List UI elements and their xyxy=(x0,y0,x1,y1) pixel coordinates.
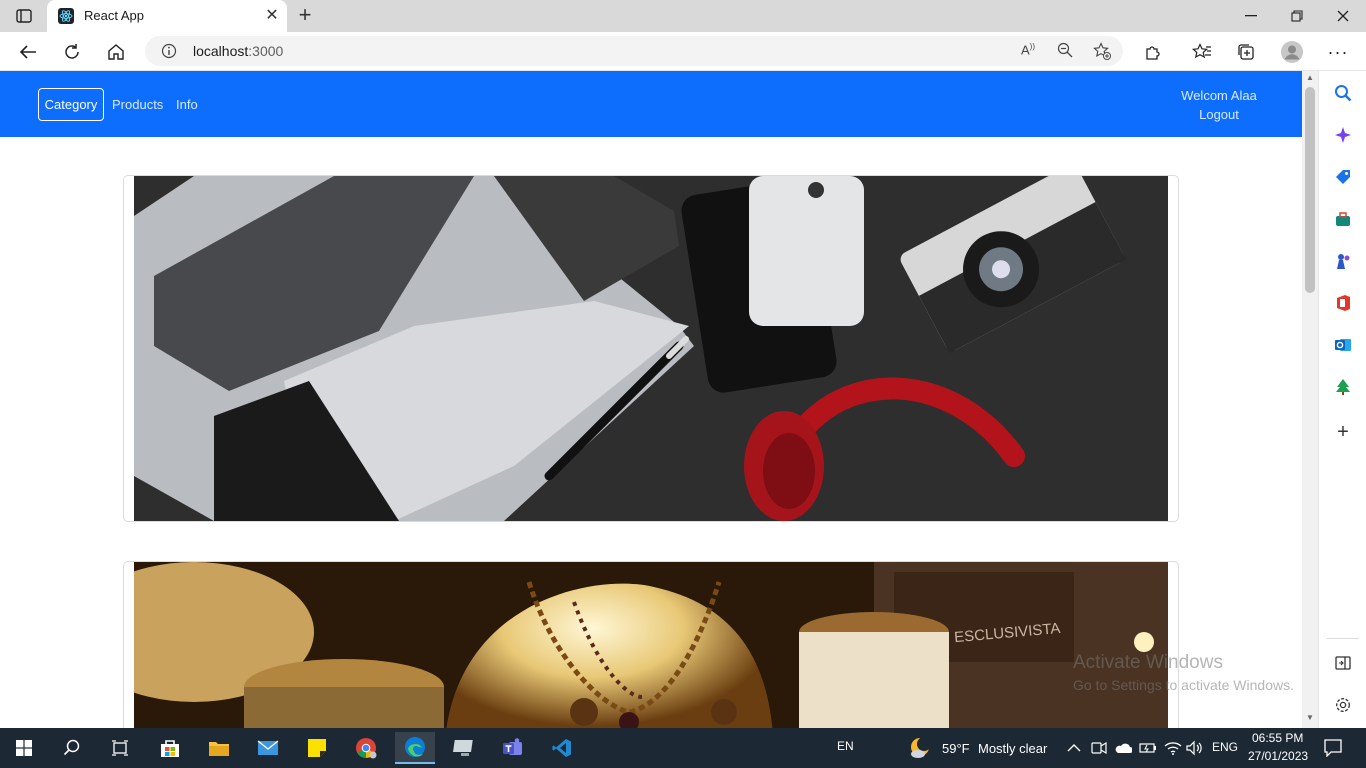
search-icon[interactable] xyxy=(52,732,92,764)
url-host: localhost xyxy=(193,43,249,59)
category-card[interactable]: ESCLUSIVISTA xyxy=(123,561,1179,728)
chevron-up-icon[interactable] xyxy=(1067,740,1081,754)
jewelry-photo: ESCLUSIVISTA xyxy=(134,562,1168,728)
scroll-up-arrow-icon[interactable]: ▲ xyxy=(1305,73,1315,83)
page-viewport: Category Products Info Welcom Alaa Logou… xyxy=(0,71,1302,728)
collections-icon[interactable] xyxy=(1233,39,1259,65)
category-card[interactable] xyxy=(123,175,1179,522)
remote-desktop-icon[interactable] xyxy=(444,732,484,764)
settings-icon[interactable] xyxy=(1331,693,1355,717)
tab-title: React App xyxy=(84,8,144,23)
minimize-icon[interactable] xyxy=(1236,4,1266,28)
url-port: :3000 xyxy=(248,43,284,59)
input-language[interactable]: ENG xyxy=(1212,740,1238,754)
clock-date[interactable]: 27/01/2023 xyxy=(1248,749,1308,763)
language-indicator[interactable]: EN xyxy=(837,739,854,753)
file-explorer-icon[interactable] xyxy=(199,732,239,764)
zoom-out-icon[interactable] xyxy=(1057,42,1075,60)
games-icon[interactable] xyxy=(1331,249,1355,273)
browser-tab[interactable]: React App ✕ xyxy=(47,0,287,32)
office-icon[interactable] xyxy=(1331,291,1355,315)
task-view-icon[interactable] xyxy=(100,732,140,764)
weather-condition[interactable]: Mostly clear xyxy=(978,741,1047,756)
electronics-photo xyxy=(134,176,1168,521)
more-icon[interactable]: ··· xyxy=(1325,39,1351,65)
add-icon[interactable]: + xyxy=(1331,420,1355,444)
home-icon[interactable] xyxy=(103,39,129,65)
nav-link-products[interactable]: Products xyxy=(112,97,163,112)
battery-icon[interactable] xyxy=(1139,741,1157,755)
copilot-icon[interactable] xyxy=(1331,123,1355,147)
browser-toolbar: localhost:3000 A)) ··· xyxy=(0,32,1366,71)
url-text[interactable]: localhost:3000 xyxy=(193,43,283,59)
nav-link-category[interactable]: Category xyxy=(38,88,104,121)
teams-icon[interactable] xyxy=(493,732,533,764)
meet-now-icon[interactable] xyxy=(1091,740,1107,756)
outlook-icon[interactable] xyxy=(1331,333,1355,357)
welcome-text: Welcom Alaa xyxy=(1181,88,1257,103)
back-icon[interactable] xyxy=(15,39,41,65)
logout-link[interactable]: Logout xyxy=(1160,107,1278,122)
browser-sidebar: + xyxy=(1318,71,1366,728)
close-icon[interactable]: ✕ xyxy=(263,7,281,25)
plus-icon[interactable]: + xyxy=(294,4,316,27)
vscode-icon[interactable] xyxy=(542,732,582,764)
nav-link-info[interactable]: Info xyxy=(176,97,198,112)
activate-windows-title: Activate Windows xyxy=(1073,652,1223,673)
windows-taskbar: EN 59°F Mostly clear ENG 06:55 PM 27/01/… xyxy=(0,728,1366,768)
onedrive-icon[interactable] xyxy=(1114,741,1133,755)
notifications-icon[interactable] xyxy=(1324,739,1342,758)
profile-icon[interactable] xyxy=(1279,39,1305,65)
tools-icon[interactable] xyxy=(1331,207,1355,231)
restore-icon[interactable] xyxy=(1282,4,1312,28)
volume-icon[interactable] xyxy=(1186,740,1204,756)
refresh-icon[interactable] xyxy=(59,39,85,65)
scroll-down-arrow-icon[interactable]: ▼ xyxy=(1305,713,1315,723)
browser-tab-strip: React App ✕ + xyxy=(0,0,1366,32)
search-icon[interactable] xyxy=(1331,81,1355,105)
split-screen-icon[interactable] xyxy=(1331,651,1355,675)
weather-temperature[interactable]: 59°F xyxy=(942,741,970,756)
tree-icon[interactable] xyxy=(1331,375,1355,399)
wifi-icon[interactable] xyxy=(1164,740,1182,756)
mail-icon[interactable] xyxy=(248,732,288,764)
edge-icon[interactable] xyxy=(395,732,435,764)
chrome-icon[interactable] xyxy=(346,732,386,764)
sidebar-divider xyxy=(1327,638,1359,639)
close-window-icon[interactable] xyxy=(1328,4,1358,28)
weather-moon-icon[interactable] xyxy=(908,735,934,761)
address-bar[interactable]: localhost:3000 A)) xyxy=(145,36,1123,66)
microsoft-store-icon[interactable] xyxy=(150,732,190,764)
shopping-icon[interactable] xyxy=(1331,165,1355,189)
windows-start-icon[interactable] xyxy=(4,732,44,764)
add-favorite-icon[interactable] xyxy=(1093,42,1111,60)
sticky-notes-icon[interactable] xyxy=(297,732,337,764)
tab-actions-icon[interactable] xyxy=(10,6,38,26)
page-scrollbar[interactable]: ▲ ▼ xyxy=(1302,71,1318,728)
react-favicon-icon xyxy=(58,8,74,24)
favorites-icon[interactable] xyxy=(1189,39,1215,65)
activate-windows-subtitle: Go to Settings to activate Windows. xyxy=(1073,677,1294,693)
navbar: Category Products Info Welcom Alaa Logou… xyxy=(0,71,1302,137)
scroll-thumb[interactable] xyxy=(1305,87,1315,293)
info-icon[interactable] xyxy=(161,43,177,59)
clock-time[interactable]: 06:55 PM xyxy=(1252,731,1303,745)
extensions-icon[interactable] xyxy=(1140,39,1166,65)
read-aloud-icon[interactable]: A)) xyxy=(1021,42,1039,60)
